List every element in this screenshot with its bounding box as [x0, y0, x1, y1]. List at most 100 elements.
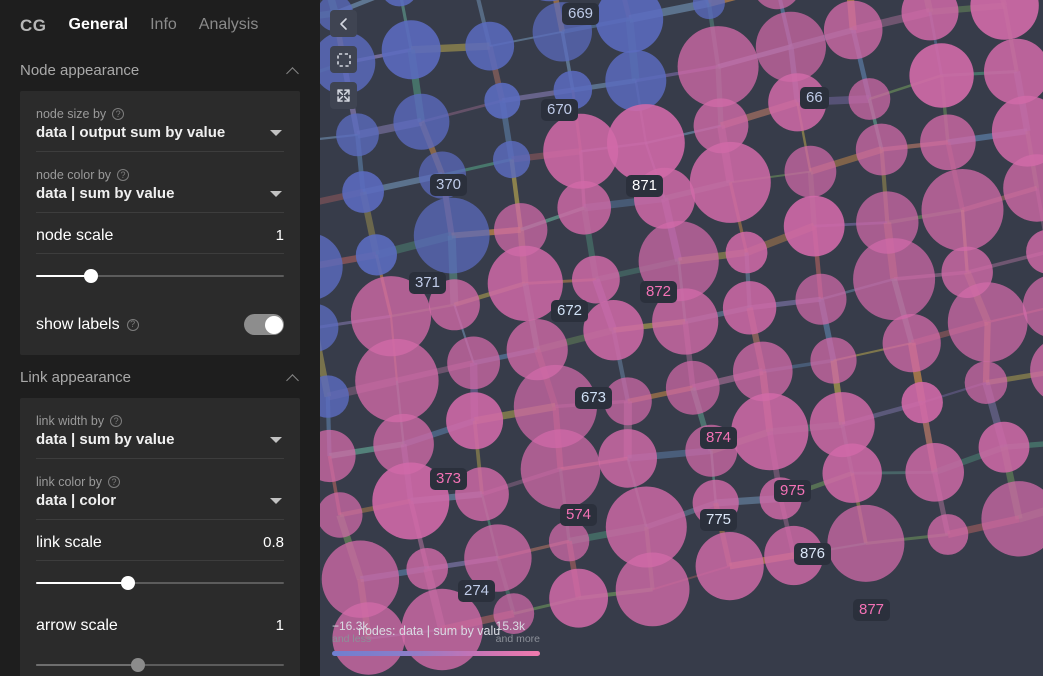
graph-node[interactable]	[320, 304, 338, 352]
chevron-up-icon[interactable]	[287, 371, 300, 384]
graph-node[interactable]	[856, 124, 908, 176]
help-circle-icon[interactable]: ?	[117, 169, 129, 181]
graph-node[interactable]	[726, 232, 768, 274]
graph-node[interactable]	[824, 1, 883, 60]
graph-node[interactable]	[981, 481, 1043, 556]
graph-node[interactable]	[549, 521, 589, 561]
graph-node[interactable]	[605, 50, 666, 111]
graph-node[interactable]	[598, 429, 657, 488]
graph-node[interactable]	[320, 375, 349, 417]
graph-node[interactable]	[731, 393, 808, 470]
graph-node[interactable]	[785, 146, 837, 198]
section-header-link-appearance[interactable]: Link appearance	[0, 355, 320, 398]
graph-node[interactable]	[447, 337, 500, 390]
graph-node[interactable]	[515, 0, 583, 1]
graph-node[interactable]	[521, 429, 601, 509]
graph-node[interactable]	[372, 463, 449, 540]
graph-node[interactable]	[1030, 337, 1043, 403]
graph-node[interactable]	[342, 171, 384, 213]
graph-node[interactable]	[406, 548, 448, 590]
link-scale-knob[interactable]	[121, 576, 135, 590]
graph-node[interactable]	[554, 71, 593, 110]
graph-node[interactable]	[760, 477, 802, 519]
graph-node[interactable]	[572, 256, 620, 304]
node-scale-slider[interactable]	[36, 264, 284, 290]
tab-analysis[interactable]: Analysis	[199, 16, 259, 36]
graph-node[interactable]	[484, 83, 520, 119]
graph-node[interactable]	[465, 22, 514, 71]
graph-node[interactable]	[596, 0, 664, 53]
node-scale-knob[interactable]	[84, 269, 98, 283]
help-circle-icon[interactable]: ?	[127, 319, 139, 331]
caret-down-icon[interactable]	[270, 437, 282, 443]
graph-canvas-area[interactable]: 6696706637087137187267267387437397557477…	[320, 0, 1043, 676]
caret-down-icon[interactable]	[270, 498, 282, 504]
graph-node[interactable]	[979, 422, 1030, 473]
node-size-by-select[interactable]: data | output sum by value	[36, 121, 284, 152]
graph-node[interactable]	[355, 339, 438, 422]
graph-node[interactable]	[666, 361, 720, 415]
graph-node[interactable]	[336, 113, 379, 156]
tab-info[interactable]: Info	[150, 16, 177, 36]
graph-node[interactable]	[902, 0, 959, 40]
graph-node[interactable]	[965, 361, 1008, 404]
graph-node[interactable]	[446, 392, 503, 449]
graph-node[interactable]	[543, 114, 618, 189]
arrow-scale-slider[interactable]	[36, 653, 284, 676]
tab-general[interactable]: General	[69, 16, 129, 36]
graph-node[interactable]	[909, 43, 973, 107]
graph-node[interactable]	[756, 12, 826, 82]
graph-node[interactable]	[464, 524, 531, 591]
graph-node[interactable]	[849, 78, 891, 120]
graph-node[interactable]	[634, 168, 695, 229]
graph-node[interactable]	[853, 238, 935, 320]
graph-node[interactable]	[796, 274, 847, 325]
graph-node[interactable]	[382, 20, 441, 79]
graph-node[interactable]	[549, 569, 608, 628]
help-circle-icon[interactable]: ?	[108, 476, 120, 488]
graph-node[interactable]	[356, 234, 397, 275]
link-width-by-select[interactable]: data | sum by value	[36, 428, 284, 459]
node-color-by-select[interactable]: data | sum by value	[36, 182, 284, 213]
graph-node[interactable]	[1003, 154, 1043, 221]
link-scale-slider[interactable]	[36, 571, 284, 597]
graph-node[interactable]	[381, 0, 418, 6]
graph-node[interactable]	[419, 152, 466, 199]
section-header-node-appearance[interactable]: Node appearance	[0, 48, 320, 91]
graph-node[interactable]	[320, 233, 343, 300]
chevron-up-icon[interactable]	[287, 64, 300, 77]
graph-node[interactable]	[905, 443, 964, 502]
graph-node[interactable]	[733, 342, 793, 402]
graph-node[interactable]	[768, 73, 826, 131]
graph-node[interactable]	[488, 246, 563, 321]
help-circle-icon[interactable]: ?	[112, 108, 124, 120]
graph-node[interactable]	[604, 377, 652, 425]
graph-node[interactable]	[693, 0, 725, 19]
fit-view-button[interactable]	[330, 82, 357, 109]
select-area-button[interactable]	[330, 46, 357, 73]
graph-node[interactable]	[583, 300, 643, 360]
graph-node[interactable]	[455, 467, 509, 521]
graph-node[interactable]	[320, 492, 363, 537]
graph-node[interactable]	[1026, 230, 1043, 274]
graph-node[interactable]	[970, 0, 1038, 40]
help-circle-icon[interactable]: ?	[110, 415, 122, 427]
graph-node[interactable]	[393, 94, 449, 150]
graph-node[interactable]	[320, 430, 356, 482]
graph-node[interactable]	[827, 505, 904, 582]
graph-node[interactable]	[984, 39, 1043, 105]
graph-node[interactable]	[616, 553, 690, 627]
graph-node[interactable]	[533, 2, 592, 61]
graph-node[interactable]	[810, 337, 856, 383]
graph-node[interactable]	[753, 0, 801, 9]
caret-down-icon[interactable]	[270, 191, 282, 197]
graph-node[interactable]	[429, 279, 480, 330]
graph-node[interactable]	[784, 196, 845, 257]
graph-node[interactable]	[764, 526, 823, 585]
graph-node[interactable]	[902, 382, 943, 423]
collapse-panel-button[interactable]	[330, 10, 357, 37]
caret-down-icon[interactable]	[270, 130, 282, 136]
graph-node[interactable]	[414, 198, 490, 274]
graph-node[interactable]	[690, 142, 771, 223]
graph-node[interactable]	[652, 288, 718, 354]
